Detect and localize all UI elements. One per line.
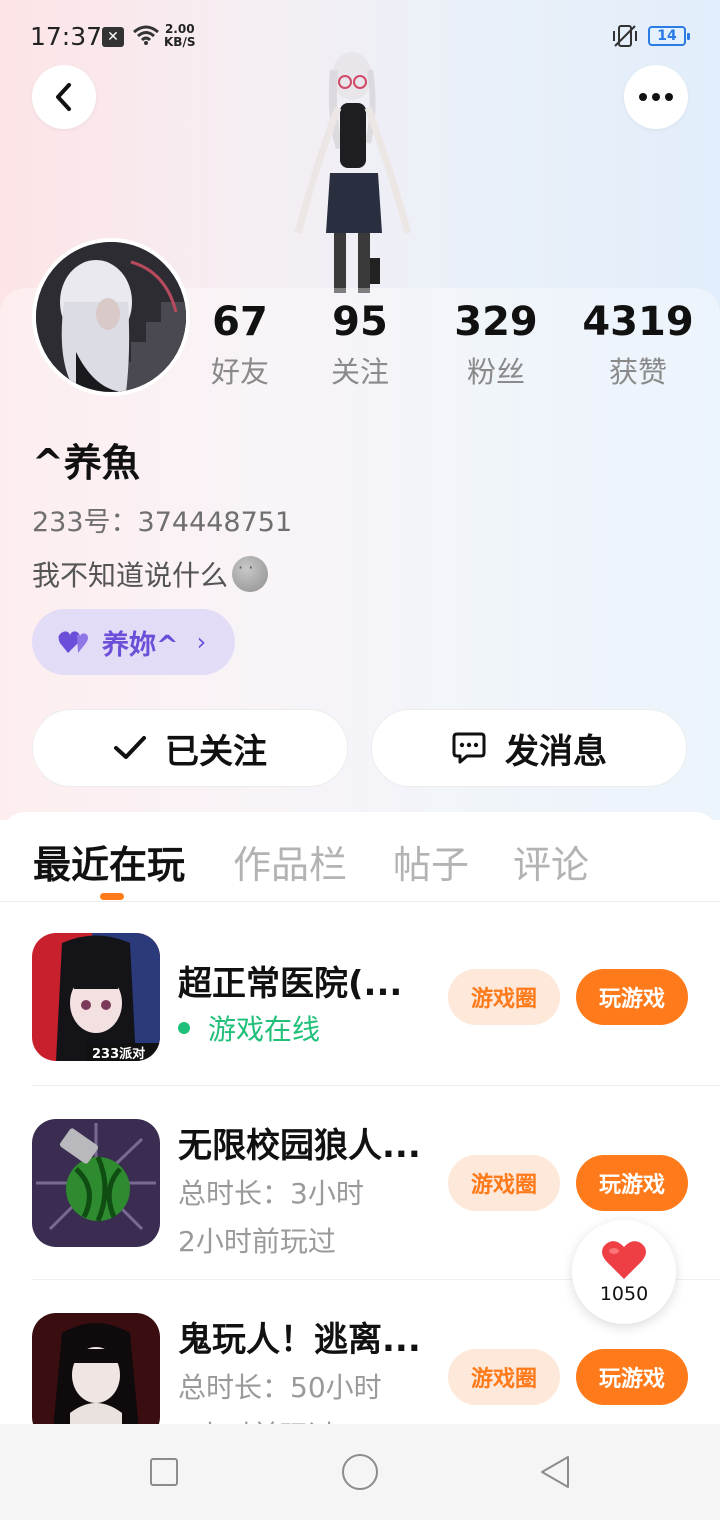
- active-tab-indicator: [100, 893, 124, 900]
- online-status: 游戏在线: [178, 1008, 320, 1048]
- stat-label: 好友: [210, 355, 269, 389]
- online-dot-icon: [178, 1022, 190, 1034]
- stat-value: 95: [332, 299, 388, 345]
- game-list-item[interactable]: 233派对 超正常医院(... 游戏在线 游戏圈 玩游戏: [0, 900, 720, 1086]
- stat-label: 粉丝: [466, 355, 525, 389]
- user-id: 233号：374448751: [32, 507, 293, 538]
- tab-recently-played[interactable]: 最近在玩: [33, 834, 185, 889]
- home-button[interactable]: [342, 1454, 378, 1490]
- face-emoji-icon: [232, 556, 269, 592]
- total-playtime: 总时长：3小时: [178, 1177, 364, 1210]
- back-nav-button[interactable]: [538, 1454, 572, 1490]
- game-icon[interactable]: [32, 1313, 160, 1424]
- follow-button-label: 已关注: [165, 731, 267, 772]
- game-circle-button[interactable]: 游戏圈: [448, 1155, 560, 1211]
- play-game-button[interactable]: 玩游戏: [576, 1155, 688, 1211]
- relationship-chip[interactable]: 养妳^ ›: [32, 609, 235, 675]
- game-circle-button[interactable]: 游戏圈: [448, 969, 560, 1025]
- status-time: 17:37: [30, 22, 103, 51]
- game-title: 超正常医院(...: [178, 964, 403, 1004]
- stat-value: 4319: [582, 299, 694, 345]
- tab-works[interactable]: 作品栏: [233, 834, 347, 889]
- game-circle-button[interactable]: 游戏圈: [448, 1349, 560, 1405]
- game-icon-image: [32, 1313, 160, 1424]
- vibrate-mute-icon: [613, 25, 637, 47]
- last-played: 2小时前玩过: [178, 1225, 336, 1258]
- play-game-button[interactable]: 玩游戏: [576, 969, 688, 1025]
- chat-bubble-icon: [452, 732, 486, 764]
- speed-unit: KB/S: [164, 35, 196, 49]
- chevron-right-icon: ›: [196, 628, 207, 656]
- system-nav-bar: [0, 1424, 720, 1520]
- tab-posts[interactable]: 帖子: [393, 834, 469, 889]
- game-icon-image: [32, 933, 160, 1061]
- game-icon[interactable]: 233派对: [32, 933, 160, 1061]
- stat-likes[interactable]: 4319 获赞: [582, 298, 694, 392]
- follow-button[interactable]: 已关注: [32, 709, 348, 787]
- double-heart-icon: [58, 631, 88, 653]
- battery-indicator: 14: [648, 26, 690, 46]
- content-tabs: 最近在玩 作品栏 帖子 评论: [0, 812, 720, 902]
- stat-friends[interactable]: 67 好友: [202, 298, 278, 392]
- game-title: 鬼玩人！逃离...: [178, 1320, 421, 1360]
- game-icon-image: [32, 1119, 160, 1247]
- checkmark-icon: [114, 736, 146, 759]
- like-button[interactable]: 1050: [572, 1220, 676, 1324]
- more-button[interactable]: [624, 65, 688, 129]
- game-title: 无限校园狼人...: [178, 1126, 421, 1166]
- x-box-icon: ✕: [102, 27, 124, 47]
- like-count: 1050: [599, 1283, 649, 1305]
- more-dots-icon: [639, 93, 673, 101]
- profile-stats: 67 好友 95 关注 329 粉丝 4319 获赞: [0, 298, 720, 398]
- play-game-button[interactable]: 玩游戏: [576, 1349, 688, 1405]
- stat-following[interactable]: 95 关注: [322, 298, 398, 392]
- stat-value: 67: [212, 299, 268, 345]
- avatar-character-figure: [294, 52, 412, 293]
- bio-text: 我不知道说什么: [32, 559, 229, 592]
- last-played: 2小时前玩过: [178, 1414, 336, 1424]
- stat-label: 获赞: [608, 355, 667, 389]
- username: ^养魚: [32, 441, 140, 485]
- game-icon-badge: 233派对: [92, 1047, 146, 1061]
- recent-apps-button[interactable]: [150, 1458, 178, 1486]
- stat-fans[interactable]: 329 粉丝: [446, 298, 546, 392]
- wifi-icon: [133, 25, 159, 45]
- network-speed: 2.00 KB/S: [164, 23, 195, 49]
- tab-comments[interactable]: 评论: [513, 834, 589, 889]
- total-playtime: 总时长：50小时: [178, 1371, 382, 1404]
- online-status-label: 游戏在线: [208, 1013, 321, 1046]
- chevron-left-icon: [56, 83, 71, 111]
- back-button[interactable]: [32, 65, 96, 129]
- heart-icon: [602, 1241, 646, 1279]
- message-button[interactable]: 发消息: [371, 709, 687, 787]
- bio: 我不知道说什么: [32, 554, 269, 594]
- game-icon[interactable]: [32, 1119, 160, 1247]
- message-button-label: 发消息: [505, 731, 607, 772]
- chip-label: 养妳^: [102, 629, 179, 661]
- stat-label: 关注: [330, 355, 389, 389]
- stat-value: 329: [454, 299, 538, 345]
